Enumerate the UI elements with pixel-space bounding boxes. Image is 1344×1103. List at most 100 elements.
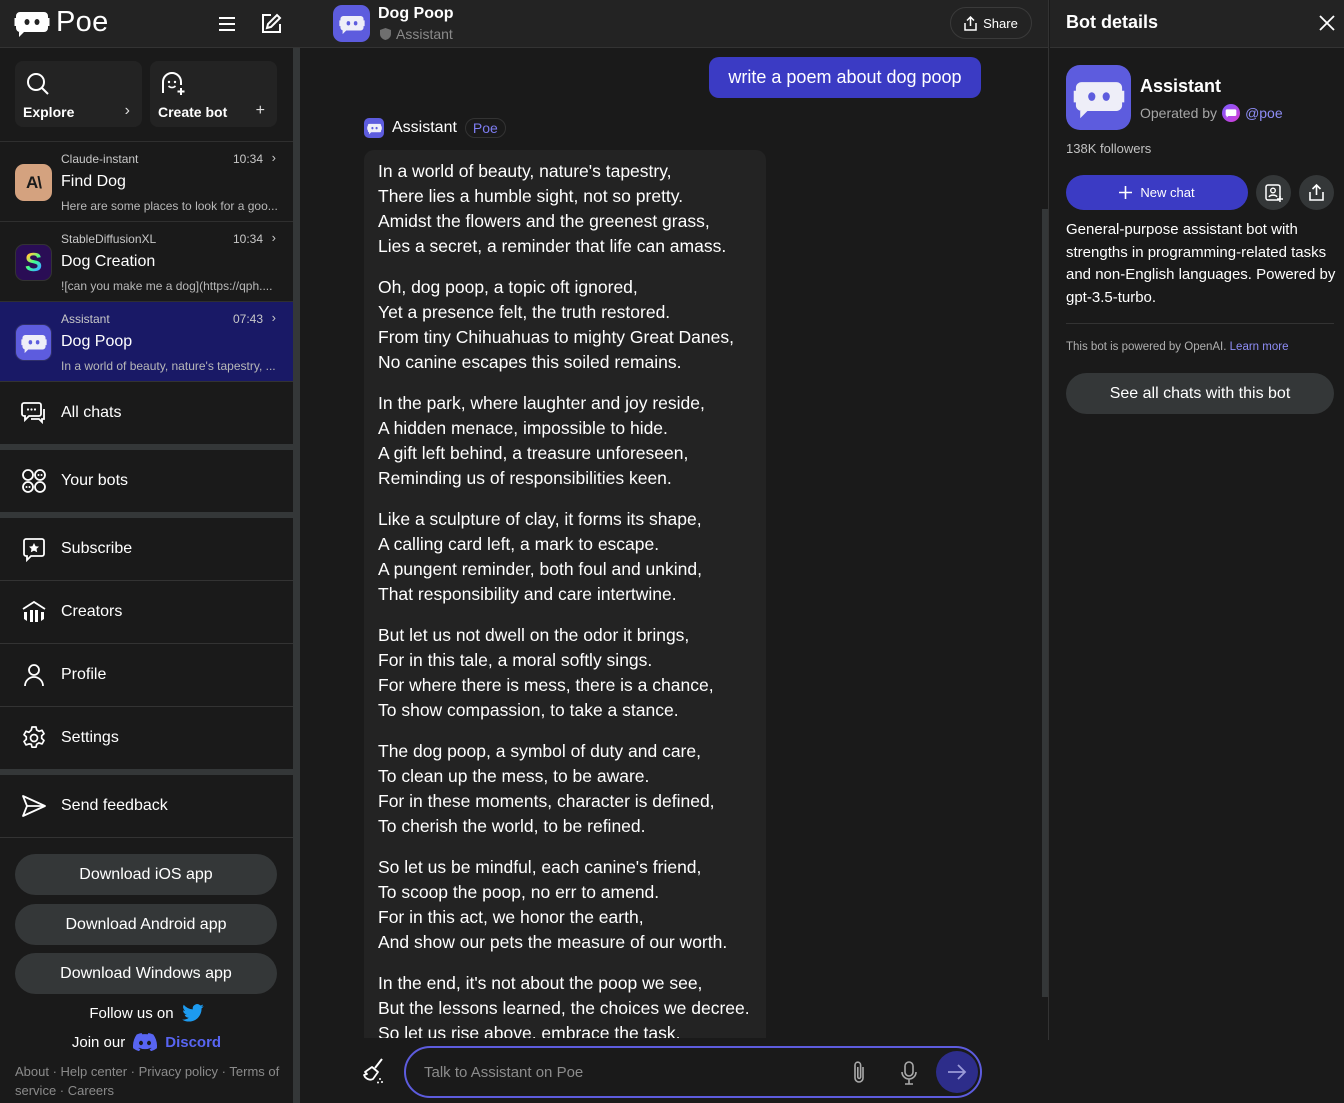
poem-line: For in this tale, a moral softly sings.	[378, 650, 653, 670]
share-label: Share	[983, 15, 1018, 31]
profile-icon	[24, 664, 44, 687]
poem-line: And show our pets the measure of our wor…	[378, 932, 728, 952]
operated-by: Operated by @poe	[1140, 104, 1283, 122]
sidebar-item-settings[interactable]: Settings	[0, 707, 293, 769]
poem-line: To clean up the mess, to be aware.	[378, 766, 650, 786]
poe-app: Poe Explore › Create bot + A\ Claude-ins…	[0, 0, 1344, 1103]
panel-divider	[1048, 0, 1049, 1103]
chat-header: Dog Poop Assistant Share	[300, 0, 1049, 48]
poem-line: But let us not dwell on the odor it brin…	[378, 625, 690, 645]
assistant-avatar	[15, 324, 52, 361]
poem-stanza: The dog poop, a symbol of duty and care,…	[378, 739, 766, 839]
nav-label: Profile	[61, 666, 107, 683]
nav-label: Your bots	[61, 472, 129, 489]
send-button[interactable]	[936, 1051, 978, 1093]
twitter-icon[interactable]	[181, 1004, 204, 1022]
poe-logo[interactable]: Poe	[14, 6, 109, 39]
poem-stanza: In the park, where laughter and joy resi…	[378, 391, 766, 491]
footer-separator: ·	[127, 1064, 139, 1079]
chat-title: Find Dog	[61, 173, 126, 190]
download-ios-button[interactable]: Download iOS app	[15, 854, 277, 895]
add-to-profile-button[interactable]	[1256, 175, 1291, 210]
stablediffusion-logo-icon: S	[24, 247, 43, 277]
chat-preview: Here are some places to look for a goo..…	[61, 199, 278, 213]
discord-icon[interactable]	[133, 1033, 158, 1051]
bot-avatar-small[interactable]	[364, 118, 384, 138]
poem-line: A hidden menace, impossible to hide.	[378, 418, 668, 438]
sidebar-item-all-chats[interactable]: All chats	[0, 382, 293, 444]
chats-icon	[21, 402, 45, 425]
chevron-right-icon: ›	[124, 102, 130, 119]
chat-list-item-active[interactable]: Assistant 07:43 › Dog Poop In a world of…	[0, 301, 293, 381]
poem-line: Lies a secret, a reminder that life can …	[378, 236, 727, 256]
poem-line: No canine escapes this soiled remains.	[378, 352, 682, 372]
footer-link-careers[interactable]: Careers	[68, 1083, 114, 1098]
explore-button[interactable]: Explore ›	[15, 61, 142, 127]
chat-list-item[interactable]: S StableDiffusionXL 10:34 › Dog Creation…	[0, 221, 293, 301]
twitter-follow: Follow us on	[0, 1002, 293, 1024]
download-windows-button[interactable]: Download Windows app	[15, 953, 277, 994]
new-chat-icon[interactable]	[259, 12, 283, 36]
chat-bot-name: Assistant	[61, 312, 110, 326]
send-icon	[22, 795, 46, 817]
attach-icon[interactable]	[849, 1060, 869, 1086]
learn-more-link[interactable]: Learn more	[1230, 341, 1289, 353]
chat-input-box[interactable]	[404, 1046, 982, 1098]
operated-by-label: Operated by	[1140, 105, 1218, 121]
chat-input[interactable]	[424, 1061, 824, 1083]
clear-context-icon[interactable]	[362, 1057, 388, 1085]
chat-bot-avatar[interactable]	[333, 5, 370, 42]
sidebar-item-profile[interactable]: Profile	[0, 644, 293, 706]
bot-description: General-purpose assistant bot with stren…	[1066, 221, 1336, 306]
poem-line: To show compassion, to take a stance.	[378, 700, 679, 720]
poem-line: A calling card left, a mark to escape.	[378, 534, 660, 554]
chat-title: Dog Creation	[61, 253, 156, 270]
download-android-button[interactable]: Download Android app	[15, 904, 277, 945]
share-icon	[1309, 184, 1324, 201]
sidebar-item-send-feedback[interactable]: Send feedback	[0, 775, 293, 837]
footer-link-about[interactable]: About	[15, 1064, 49, 1079]
chat-panel: Dog Poop Assistant Share write a poem ab…	[300, 0, 1049, 1103]
chevron-right-icon: ›	[271, 230, 276, 245]
see-all-chats-button[interactable]: See all chats with this bot	[1066, 373, 1334, 414]
poem-line: In a world of beauty, nature's tapestry,	[378, 161, 672, 181]
chat-subtitle[interactable]: Assistant	[380, 26, 453, 42]
bot-title: Assistant	[1140, 76, 1222, 96]
chat-preview: ![can you make me a dog](https://qph....	[61, 279, 273, 293]
follow-text: Follow us on	[89, 1004, 174, 1022]
chevron-right-icon: ›	[271, 150, 276, 165]
poem-line: From tiny Chihuahuas to mighty Great Dan…	[378, 327, 734, 347]
footer-link-privacy-policy[interactable]: Privacy policy	[139, 1064, 218, 1079]
bot-details-panel: Bot details Assistant Operated by @poe 1…	[1050, 0, 1344, 1103]
poem-line: For in this act, we honor the earth,	[378, 907, 644, 927]
sidebar-item-subscribe[interactable]: Subscribe	[0, 518, 293, 580]
bot-message: In a world of beauty, nature's tapestry,…	[364, 150, 766, 1038]
powered-by-text: This bot is powered by OpenAI.	[1066, 341, 1227, 353]
discord-link[interactable]: Discord	[165, 1034, 221, 1051]
nav-label: Subscribe	[61, 540, 133, 557]
chat-list-item[interactable]: A\ Claude-instant 10:34 › Find Dog Here …	[0, 141, 293, 221]
menu-icon[interactable]	[215, 12, 239, 36]
poem-line: For where there is mess, there is a chan…	[378, 675, 714, 695]
create-bot-button[interactable]: Create bot +	[150, 61, 277, 127]
plus-icon: +	[255, 102, 265, 119]
footer-link-help-center[interactable]: Help center	[61, 1064, 127, 1079]
sidebar-item-creators[interactable]: Creators	[0, 581, 293, 643]
divider	[0, 837, 293, 838]
new-chat-button[interactable]: New chat	[1066, 175, 1248, 210]
poe-logo-icon	[14, 11, 50, 37]
chat-subtitle-text: Assistant	[396, 26, 453, 42]
sidebar-header: Poe	[0, 0, 300, 48]
assistant-bot-icon	[20, 334, 47, 353]
operator-handle[interactable]: @poe	[1245, 105, 1283, 121]
chat-time: 10:34	[232, 232, 263, 246]
chat-title: Dog Poop	[61, 333, 133, 350]
microphone-icon[interactable]	[899, 1060, 919, 1086]
sidebar-scrollbar[interactable]	[293, 48, 300, 1103]
share-button[interactable]: Share	[950, 7, 1032, 39]
share-bot-button[interactable]	[1299, 175, 1334, 210]
sidebar-item-your-bots[interactable]: Your bots	[0, 450, 293, 512]
bot-name[interactable]: Assistant	[392, 119, 457, 137]
close-icon[interactable]	[1318, 14, 1336, 32]
poem-line: But the lessons learned, the choices we …	[378, 998, 750, 1018]
